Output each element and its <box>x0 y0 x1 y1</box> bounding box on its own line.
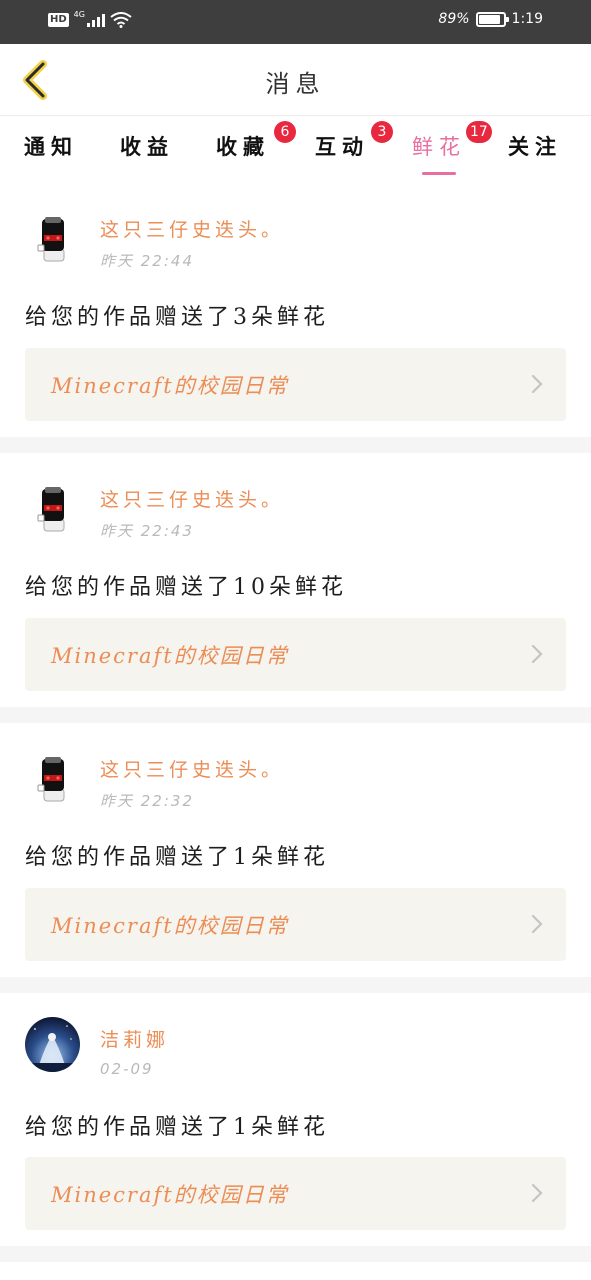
flowers-badge: 17 <box>466 121 492 143</box>
list-item: 这只三仔史迭头。 昨天 22:32 给您的作品赠送了1朵鲜花 Minecraft… <box>0 723 591 977</box>
avatar[interactable] <box>25 209 80 264</box>
avatar[interactable] <box>25 749 80 804</box>
timestamp: 昨天 22:32 <box>100 792 194 810</box>
divider <box>0 437 591 453</box>
message-text: 给您的作品赠送了10朵鲜花 <box>25 575 347 600</box>
tab-label: 通知 <box>24 134 78 159</box>
interactions-badge: 3 <box>371 121 393 143</box>
signal-icon <box>86 13 105 27</box>
work-link[interactable]: Minecraft的校园日常 <box>25 348 566 421</box>
tab-bar: 通知 收益 收藏 6 互动 3 鲜花 17 关注 <box>0 117 591 183</box>
avatar[interactable] <box>25 1017 80 1072</box>
work-link[interactable]: Minecraft的校园日常 <box>25 888 566 961</box>
chevron-right-icon <box>531 1183 543 1203</box>
tab-following[interactable]: 关注 <box>508 131 562 173</box>
tab-favorites[interactable]: 收藏 6 <box>216 121 296 173</box>
tab-label: 关注 <box>508 134 562 159</box>
username[interactable]: 这只三仔史迭头。 <box>100 755 284 782</box>
timestamp: 02-09 <box>100 1060 154 1078</box>
timestamp: 昨天 22:43 <box>100 522 194 540</box>
black-hooded-character-avatar-icon <box>25 479 80 534</box>
tab-label: 收藏 <box>216 134 270 159</box>
message-text: 给您的作品赠送了3朵鲜花 <box>25 305 329 330</box>
username[interactable]: 洁莉娜 <box>100 1025 169 1052</box>
battery-percent: 89% <box>438 11 470 27</box>
avatar[interactable] <box>25 479 80 534</box>
chevron-right-icon <box>531 914 543 934</box>
tab-flowers[interactable]: 鲜花 17 <box>412 121 492 175</box>
night-sky-character-avatar-icon <box>25 1017 80 1072</box>
tab-label: 鲜花 <box>412 135 466 159</box>
wifi-icon <box>110 12 132 28</box>
favorites-badge: 6 <box>274 121 296 143</box>
tab-label: 互动 <box>315 134 369 159</box>
network-type: 4G <box>73 9 85 19</box>
status-left: HD 4G <box>48 9 132 28</box>
divider <box>0 977 591 993</box>
divider <box>0 1246 591 1262</box>
divider <box>0 707 591 723</box>
tab-interactions[interactable]: 互动 3 <box>315 121 393 173</box>
work-title: Minecraft的校园日常 <box>51 914 289 938</box>
page-title: 消息 <box>265 70 326 98</box>
status-bar: HD 4G 89% 1:19 <box>0 0 591 44</box>
status-time: 1:19 <box>511 11 543 27</box>
black-hooded-character-avatar-icon <box>25 749 80 804</box>
tab-label: 收益 <box>120 134 174 159</box>
work-link[interactable]: Minecraft的校园日常 <box>25 618 566 691</box>
username[interactable]: 这只三仔史迭头。 <box>100 215 284 242</box>
status-right: 89% 1:19 <box>438 11 543 27</box>
chevron-right-icon <box>531 374 543 394</box>
message-text: 给您的作品赠送了1朵鲜花 <box>25 1115 329 1140</box>
active-tab-indicator <box>422 172 456 175</box>
top-nav: 消息 <box>0 44 591 116</box>
chevron-right-icon <box>531 644 543 664</box>
battery-icon <box>475 11 509 27</box>
message-text: 给您的作品赠送了1朵鲜花 <box>25 845 329 870</box>
work-title: Minecraft的校园日常 <box>51 1183 289 1207</box>
battery-level <box>478 14 500 24</box>
work-title: Minecraft的校园日常 <box>51 374 289 398</box>
list-item: 这只三仔史迭头。 昨天 22:44 给您的作品赠送了3朵鲜花 Minecraft… <box>0 183 591 437</box>
timestamp: 昨天 22:44 <box>100 252 194 270</box>
work-title: Minecraft的校园日常 <box>51 644 289 668</box>
username[interactable]: 这只三仔史迭头。 <box>100 485 284 512</box>
list-item: 这只三仔史迭头。 昨天 22:43 给您的作品赠送了10朵鲜花 Minecraf… <box>0 453 591 707</box>
tab-earnings[interactable]: 收益 <box>120 131 174 173</box>
work-link[interactable]: Minecraft的校园日常 <box>25 1157 566 1230</box>
tab-notifications[interactable]: 通知 <box>24 131 78 173</box>
black-hooded-character-avatar-icon <box>25 209 80 264</box>
hd-badge: HD <box>48 13 69 27</box>
list-item: 洁莉娜 02-09 给您的作品赠送了1朵鲜花 Minecraft的校园日常 <box>0 993 591 1247</box>
